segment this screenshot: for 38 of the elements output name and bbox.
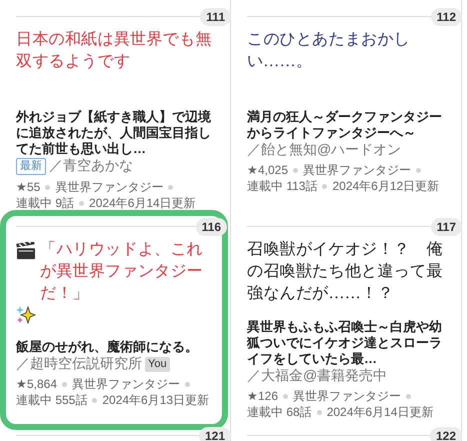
star-count: ★55: [16, 180, 40, 194]
star-count: ★4,025: [247, 163, 288, 177]
episode-status: 連載中 555話: [16, 393, 88, 407]
author-name: ／飴と無知@ハードオン: [247, 141, 402, 157]
catchphrase: 「ハリウッドよ、これが異世界ファンタジーだ！」: [40, 240, 204, 304]
new-badge: 最新: [16, 158, 46, 175]
number-badge: 112: [430, 8, 462, 26]
episode-status: 連載中 68話: [247, 405, 312, 419]
catchphrase: 日本の和紙は異世界でも無双するようです: [16, 30, 213, 72]
author-name: ／大福金@書籍発売中: [247, 367, 388, 383]
catchphrase: このひとあたまおかしい……。: [247, 30, 411, 72]
star-count: ★126: [247, 389, 278, 403]
genre-label: 異世界ファンタジー: [55, 180, 164, 194]
number-badge: 117: [430, 218, 462, 236]
clapperboard-icon: [16, 242, 36, 260]
number-badge: 111: [200, 8, 231, 26]
number-badge: 116: [196, 218, 227, 236]
work-title: 満月の狂人～ダークファンタジーからライトファンタジーへ～: [247, 109, 443, 141]
episode-status: 連載中 9話: [16, 196, 74, 210]
genre-label: 異世界ファンタジー: [72, 377, 180, 391]
update-date: 2024年6月13日更新: [102, 393, 210, 407]
episode-status: 連載中 113話: [247, 179, 318, 193]
author-name: ／青空あかな: [49, 157, 133, 173]
update-date: 2024年6月14日更新: [89, 196, 196, 210]
you-badge: You: [145, 357, 170, 372]
number-badge: 122: [430, 426, 462, 441]
update-date: 2024年6月14日更新: [326, 405, 434, 419]
author-name: ／超時空伝説研究所: [16, 355, 142, 371]
work-title: 外れジョブ【紙すき職人】で辺境に追放されたが、人間国宝目指してた前世も思い出し…: [16, 109, 212, 157]
update-date: 2024年6月12日更新: [332, 179, 440, 193]
genre-label: 異世界ファンタジー: [303, 163, 412, 177]
work-title: 飯屋のせがれ、魔術師になる。: [16, 339, 199, 355]
genre-label: 異世界ファンタジー: [293, 389, 402, 403]
work-title: 異世界もふもふ召喚士～白虎や幼狐ついでにイケオジ達とスローライフをしていたら最…: [247, 319, 443, 367]
catchphrase: 召喚獣がイケオジ！？ 俺の召喚獣たち他と違って最強なんだが……！？: [247, 240, 444, 304]
sparkles-icon: [16, 305, 36, 325]
number-badge: 121: [198, 426, 231, 441]
star-count: ★5,864: [16, 377, 58, 391]
